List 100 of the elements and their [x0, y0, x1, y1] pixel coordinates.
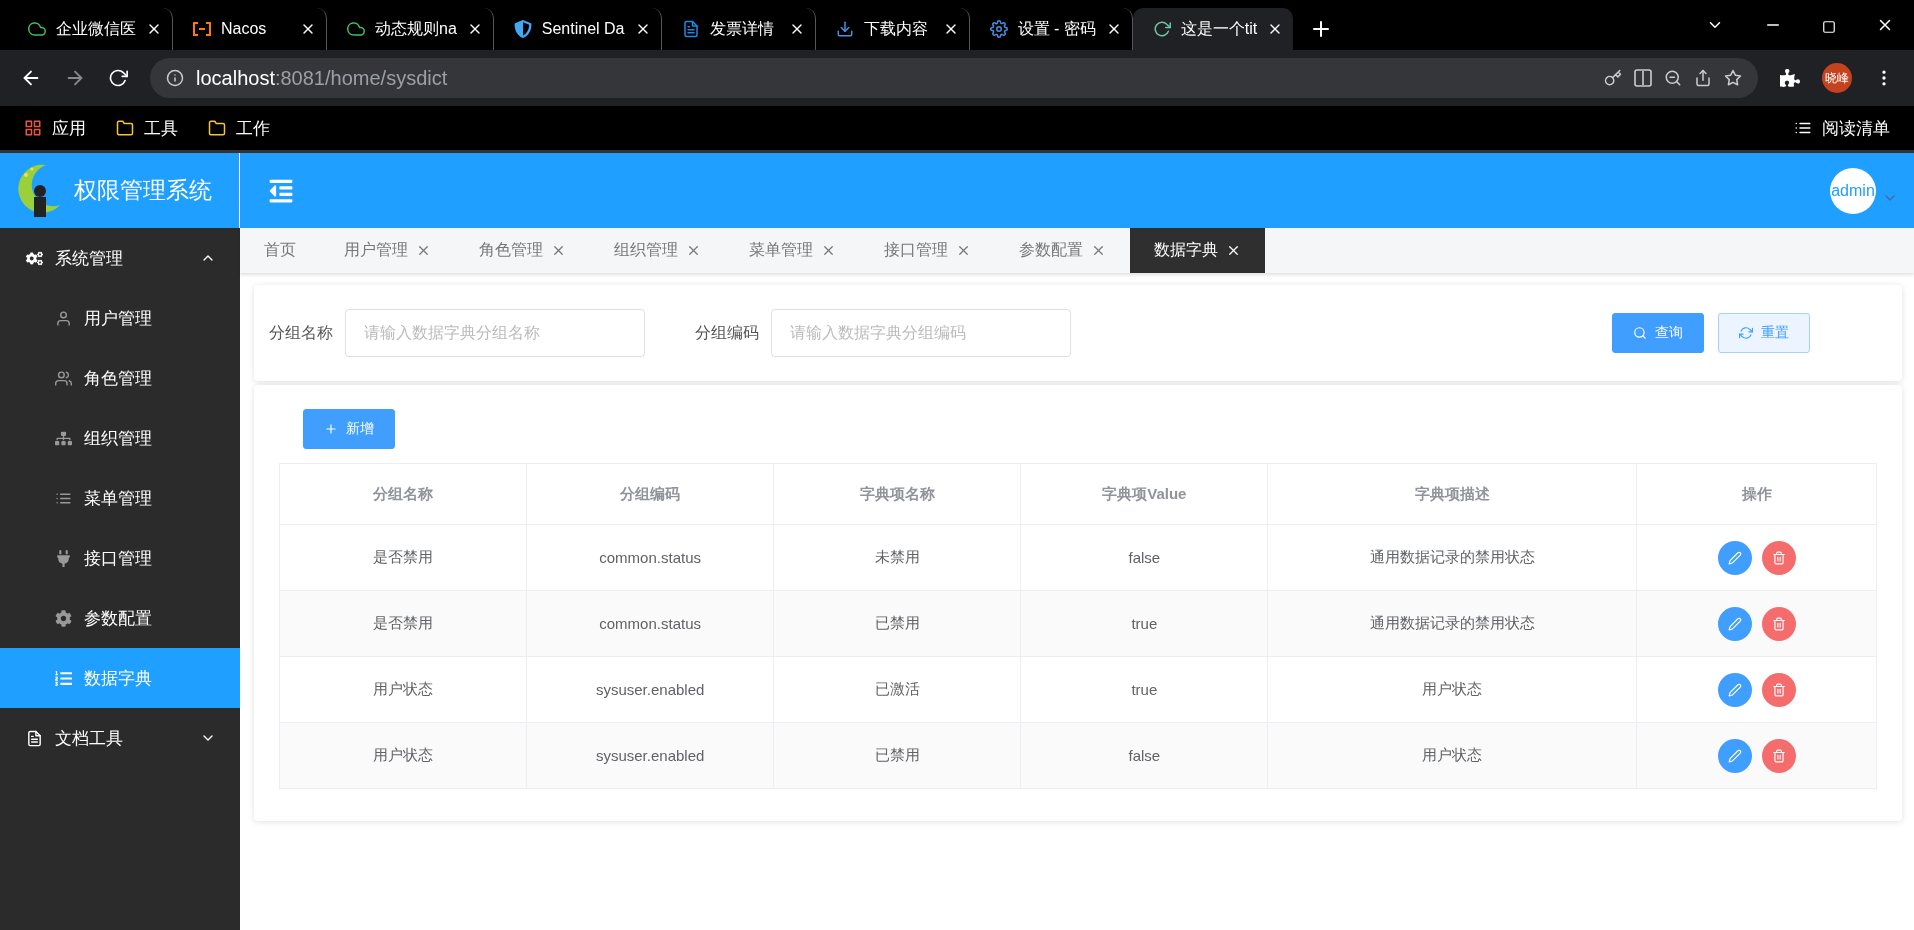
cloud-icon — [28, 20, 46, 38]
delete-button[interactable] — [1761, 540, 1796, 575]
page-tab[interactable]: 接口管理 — [860, 228, 995, 273]
delete-button[interactable] — [1761, 738, 1796, 773]
close-icon[interactable] — [1226, 243, 1241, 258]
page-tab[interactable]: 菜单管理 — [725, 228, 860, 273]
table-cell: 用户状态 — [279, 722, 527, 789]
sidebar-item[interactable]: 参数配置 — [0, 588, 240, 648]
folder-icon — [116, 119, 134, 137]
edit-button[interactable] — [1717, 738, 1752, 773]
table-cell: 用户状态 — [279, 656, 527, 723]
tab-title: 发票详情 — [709, 18, 775, 39]
sidebar-item[interactable]: 用户管理 — [0, 288, 240, 348]
gears-icon — [26, 249, 43, 267]
restore-icon[interactable] — [1822, 20, 1836, 34]
page-tab[interactable]: 组织管理 — [590, 228, 725, 273]
table-cell: 未禁用 — [773, 524, 1021, 591]
column-header: 操作 — [1636, 463, 1877, 525]
document-icon — [681, 20, 700, 38]
tab-title: Sentinel Da — [541, 20, 625, 38]
table-cell: 通用数据记录的禁用状态 — [1267, 590, 1637, 657]
table-cell: false — [1020, 722, 1268, 789]
trash-icon — [1771, 616, 1786, 631]
profile-avatar[interactable]: 晓峰 — [1822, 63, 1852, 93]
users-icon — [55, 369, 72, 387]
table-cell: 已禁用 — [773, 590, 1021, 657]
input-field[interactable]: 请输入数据字典分组编码 — [771, 309, 1071, 357]
user-icon — [55, 309, 72, 327]
edit-button[interactable] — [1717, 540, 1752, 575]
apps-icon — [24, 119, 42, 137]
sidebar-item[interactable]: 接口管理 — [0, 528, 240, 588]
column-header: 字典项描述 — [1267, 463, 1637, 525]
column-header: 字典项名称 — [773, 463, 1021, 525]
table-cell: sysuser.enabled — [526, 656, 774, 723]
edit-icon — [1727, 682, 1742, 697]
address-bar[interactable]: localhost:8081/home/sysdict — [150, 58, 1758, 98]
shield-icon — [513, 20, 532, 38]
trash-icon — [1771, 550, 1786, 565]
bracket-icon — [193, 22, 211, 36]
trash-icon — [1771, 748, 1786, 763]
page-tab[interactable]: 数据字典 — [1130, 228, 1265, 273]
info-icon — [166, 69, 184, 87]
field-label: 分组名称 — [269, 322, 333, 343]
table-cell: true — [1020, 590, 1268, 657]
bookmark-link[interactable]: 工作 — [236, 116, 270, 140]
tab-title: Nacos — [221, 20, 268, 38]
tab-title: 动态规则na — [375, 18, 457, 39]
field-label: 分组编码 — [695, 322, 759, 343]
zoom-out-icon[interactable] — [1664, 69, 1682, 87]
cloud-icon — [347, 20, 365, 38]
table-cell: 用户状态 — [1267, 722, 1637, 789]
collapse-menu-icon[interactable] — [268, 177, 294, 204]
edit-icon — [1727, 748, 1742, 763]
tab-title: 企业微信医 — [56, 18, 136, 39]
spinner-icon — [1152, 20, 1171, 38]
sitemap-icon — [55, 429, 72, 447]
table-cell: 是否禁用 — [279, 524, 527, 591]
sidebar-item[interactable]: 菜单管理 — [0, 468, 240, 528]
sidebar-group[interactable]: 文档工具 — [0, 708, 240, 768]
delete-button[interactable] — [1761, 672, 1796, 707]
column-header: 分组编码 — [526, 463, 774, 525]
key-icon[interactable] — [1604, 69, 1622, 87]
puzzle-icon[interactable] — [1780, 68, 1800, 88]
table-cell: 已激活 — [773, 656, 1021, 723]
refresh-icon — [1739, 326, 1753, 340]
plug-icon — [55, 549, 72, 567]
bookmark-link[interactable]: 应用 — [52, 116, 86, 140]
page-tab[interactable]: 首页 — [240, 228, 320, 273]
bookmark-link[interactable]: 工具 — [144, 116, 178, 140]
reading-list-link[interactable]: 阅读清单 — [1822, 116, 1890, 140]
table-cell: common.status — [526, 524, 774, 591]
app-title: 权限管理系统 — [74, 176, 212, 205]
star-icon[interactable] — [1724, 69, 1742, 87]
plus-icon — [324, 422, 338, 436]
gear-icon — [989, 20, 1008, 38]
sidebar-item[interactable]: 角色管理 — [0, 348, 240, 408]
edit-button[interactable] — [1717, 672, 1752, 707]
browser-tab[interactable]: 这是一个tit — [1132, 8, 1294, 50]
table-cell: 用户状态 — [1267, 656, 1637, 723]
table-cell: 已禁用 — [773, 722, 1021, 789]
document-icon — [26, 729, 43, 747]
edit-icon — [1727, 616, 1742, 631]
column-header: 分组名称 — [279, 463, 527, 525]
edit-button[interactable] — [1717, 606, 1752, 641]
share-icon[interactable] — [1694, 69, 1712, 87]
download-icon — [835, 20, 854, 38]
reload-icon[interactable] — [108, 68, 128, 88]
page-tab[interactable]: 参数配置 — [995, 228, 1130, 273]
trash-icon — [1771, 682, 1786, 697]
tab-title: 这是一个tit — [1180, 18, 1258, 39]
input-field[interactable]: 请输入数据字典分组名称 — [345, 309, 645, 357]
gear-icon — [55, 609, 72, 627]
sidebar-group[interactable]: 系统管理 — [0, 228, 240, 288]
page-tab[interactable]: 用户管理 — [320, 228, 455, 273]
page-tab[interactable]: 角色管理 — [455, 228, 590, 273]
url-text: localhost:8081/home/sysdict — [196, 66, 448, 90]
sidebar-item[interactable]: 组织管理 — [0, 408, 240, 468]
delete-button[interactable] — [1761, 606, 1796, 641]
edit-icon — [1727, 550, 1742, 565]
table-cell: true — [1020, 656, 1268, 723]
